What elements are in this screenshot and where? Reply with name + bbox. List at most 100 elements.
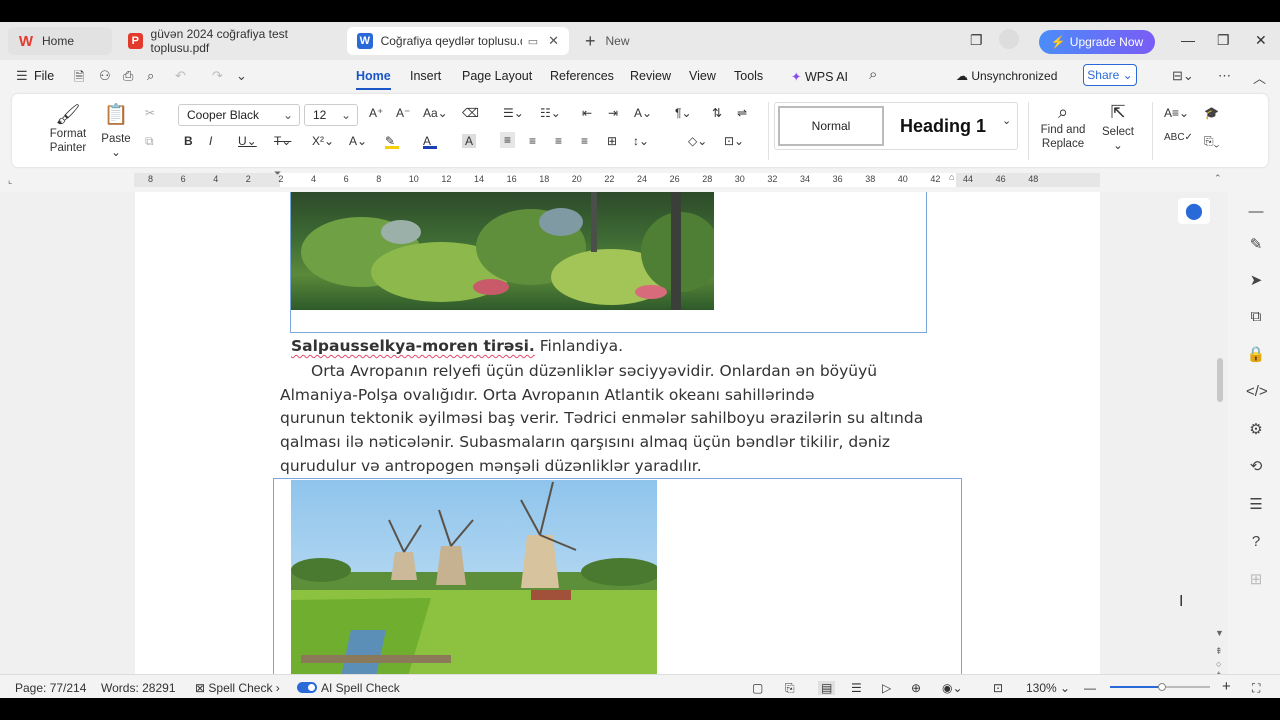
character-shading-icon[interactable]: A <box>462 134 477 148</box>
outline-icon[interactable]: ☰ <box>851 681 862 695</box>
sort-icon[interactable]: ⇅ <box>712 106 722 120</box>
increase-indent-icon[interactable]: ⇥ <box>608 106 618 120</box>
display-mode-icon[interactable]: ⊟⌄ <box>1172 68 1194 84</box>
tab-pdf[interactable]: P güvən 2024 coğrafiya test toplusu.pdf <box>118 27 342 55</box>
tab-stop-icon[interactable]: ⌞ <box>8 175 12 186</box>
pen-icon[interactable]: ✎ <box>1246 235 1266 253</box>
tab-home[interactable]: Home <box>356 69 391 90</box>
print-layout-icon[interactable]: ▤ <box>818 681 836 695</box>
print-icon[interactable]: ⎙ <box>123 68 133 84</box>
highlight-icon[interactable]: ✎ <box>385 134 399 149</box>
paragraph-line[interactable]: Orta Avropanın relyefi üçün düzənliklər … <box>311 362 877 380</box>
list-panel-icon[interactable]: ☰ <box>1246 495 1266 513</box>
strikethrough-icon[interactable]: T⌄ <box>274 134 291 148</box>
select-browse-icon[interactable]: ○ <box>1216 659 1221 669</box>
font-name-select[interactable]: Cooper Black ⌄ <box>178 104 300 126</box>
translate-icon[interactable]: ⎘⌄ <box>1204 134 1219 149</box>
cut-icon[interactable]: ✂ <box>145 106 155 120</box>
spell-check-button[interactable]: ⊠ Spell Check › <box>195 681 280 695</box>
zoom-level[interactable]: 130% ⌄ <box>1026 681 1070 695</box>
ruler-toggle-icon[interactable]: ⌃ <box>1214 173 1222 184</box>
find-replace-button[interactable]: ⌕ Find and Replace <box>1037 102 1089 151</box>
paragraph-line[interactable]: qalması ilə nəticələnir. Subasmaların qa… <box>280 433 890 451</box>
settings-sliders-icon[interactable]: ⚙ <box>1246 420 1266 438</box>
paste-button[interactable]: 📋 Paste ⌄ <box>96 102 136 159</box>
web-layout-icon[interactable]: ⊕ <box>911 681 921 695</box>
share-button[interactable]: Share ⌄ <box>1083 64 1137 86</box>
superscript-icon[interactable]: X²⌄ <box>312 134 334 148</box>
eye-protection-icon[interactable]: ◉⌄ <box>942 681 963 695</box>
education-icon[interactable]: 🎓 <box>1204 106 1219 120</box>
vertical-scrollbar[interactable]: ▼ ⇞ ○ ⇟ <box>1214 188 1226 680</box>
zoom-in-icon[interactable]: + <box>1222 678 1231 695</box>
word-count[interactable]: Words: 28291 <box>101 681 176 695</box>
hamburger-icon[interactable]: ☰ <box>16 68 28 84</box>
lock-icon[interactable]: 🔒 <box>1246 345 1266 363</box>
file-menu[interactable]: File <box>34 69 54 83</box>
read-mode-icon[interactable]: ▢ <box>752 681 763 695</box>
tab-review[interactable]: Review <box>630 69 671 83</box>
text-effect-icon[interactable]: A⌄ <box>349 134 367 148</box>
spellcheck-icon[interactable]: ABC✓ <box>1164 132 1193 143</box>
format-painter-button[interactable]: 🖌 Format Painter <box>48 102 88 155</box>
crop-icon[interactable]: ⧉ <box>1246 308 1266 325</box>
grow-font-icon[interactable]: A⁺ <box>369 106 383 120</box>
pointer-icon[interactable]: ➤ <box>1246 271 1266 289</box>
zoom-out-icon[interactable]: — <box>1084 681 1096 695</box>
restore-icon[interactable]: ❐ <box>1217 32 1230 49</box>
copy-icon[interactable]: ⧉ <box>145 134 154 149</box>
wps-ai-button[interactable]: ✦ WPS AI <box>791 69 848 84</box>
zoom-slider[interactable] <box>1110 683 1210 691</box>
windmills-image[interactable] <box>291 480 657 674</box>
shading-icon[interactable]: ◇⌄ <box>688 134 707 148</box>
align-right-icon[interactable]: ≡ <box>555 134 562 148</box>
moss-forest-image[interactable] <box>291 192 714 310</box>
scroll-down-icon[interactable]: ▼ <box>1215 628 1224 638</box>
style-normal[interactable]: Normal <box>778 106 884 146</box>
indent-marker-icon[interactable]: ⏷ <box>274 168 281 179</box>
align-center-icon[interactable]: ≡ <box>529 134 536 148</box>
history-icon[interactable]: ⟲ <box>1246 457 1266 475</box>
code-icon[interactable]: </> <box>1246 383 1268 400</box>
help-icon[interactable]: ? <box>1246 533 1266 550</box>
underline-icon[interactable]: U⌄ <box>238 134 257 148</box>
font-size-select[interactable]: 12 ⌄ <box>304 104 358 126</box>
close-tab-icon[interactable]: ✕ <box>548 33 559 49</box>
undo-icon[interactable]: ↶ <box>175 68 186 84</box>
save-icon[interactable]: 🗎 <box>74 68 84 90</box>
scrollbar-thumb[interactable] <box>1217 358 1223 402</box>
bullets-icon[interactable]: ☰⌄ <box>503 106 524 120</box>
bold-icon[interactable]: B <box>184 134 193 148</box>
avatar[interactable] <box>999 29 1019 49</box>
select-button[interactable]: ⇱ Select ⌄ <box>1096 102 1140 152</box>
play-icon[interactable]: ▷ <box>882 681 891 695</box>
zoom-slider-handle[interactable] <box>1158 683 1166 691</box>
share-link-icon[interactable]: ⚇ <box>99 68 111 84</box>
clear-format-icon[interactable]: ⌫ <box>462 106 479 120</box>
image-caption[interactable]: Salpausselkya-moren tirəsi. Finlandiya. <box>291 337 623 355</box>
page-view-icon[interactable]: ⎘ <box>785 681 795 696</box>
styles-more-icon[interactable]: ⌄ <box>1002 114 1011 127</box>
distributed-icon[interactable]: ⊞ <box>607 134 617 148</box>
font-color-icon[interactable]: A <box>423 134 437 149</box>
decrease-indent-icon[interactable]: ⇤ <box>582 106 592 120</box>
tab-insert[interactable]: Insert <box>410 69 441 83</box>
paragraph-line[interactable]: qurudulur və antropogen mənşəli düzənlik… <box>280 457 702 475</box>
location-pin-icon[interactable]: ⬤ <box>1178 198 1210 224</box>
tab-document[interactable]: W Coğrafiya qeydlər toplusu.doc ▭ ✕ <box>347 27 569 55</box>
new-tab-button[interactable]: + New <box>575 27 640 55</box>
search-icon[interactable]: ⌕ <box>869 66 877 83</box>
fit-page-icon[interactable]: ⊡ <box>993 681 1003 695</box>
window-layout-icon[interactable]: ❐ <box>970 32 983 49</box>
print-preview-icon[interactable]: ⌕ <box>147 68 154 84</box>
text-direction-icon[interactable]: A⌄ <box>634 106 652 120</box>
chevron-down-icon[interactable]: ⌄ <box>236 68 247 84</box>
apps-grid-icon[interactable]: ⊞ <box>1246 570 1266 588</box>
style-heading-1[interactable]: Heading 1 <box>888 106 998 146</box>
numbering-icon[interactable]: ☷⌄ <box>540 106 561 120</box>
borders-icon[interactable]: ⊡⌄ <box>724 134 744 148</box>
tab-page-layout[interactable]: Page Layout <box>462 69 532 83</box>
paragraph-line[interactable]: Almaniya-Polşa ovalığıdır. Orta Avropanı… <box>280 386 815 404</box>
line-break-icon[interactable]: ⇌ <box>737 106 747 120</box>
text-tools-icon[interactable]: A≡⌄ <box>1164 106 1189 120</box>
